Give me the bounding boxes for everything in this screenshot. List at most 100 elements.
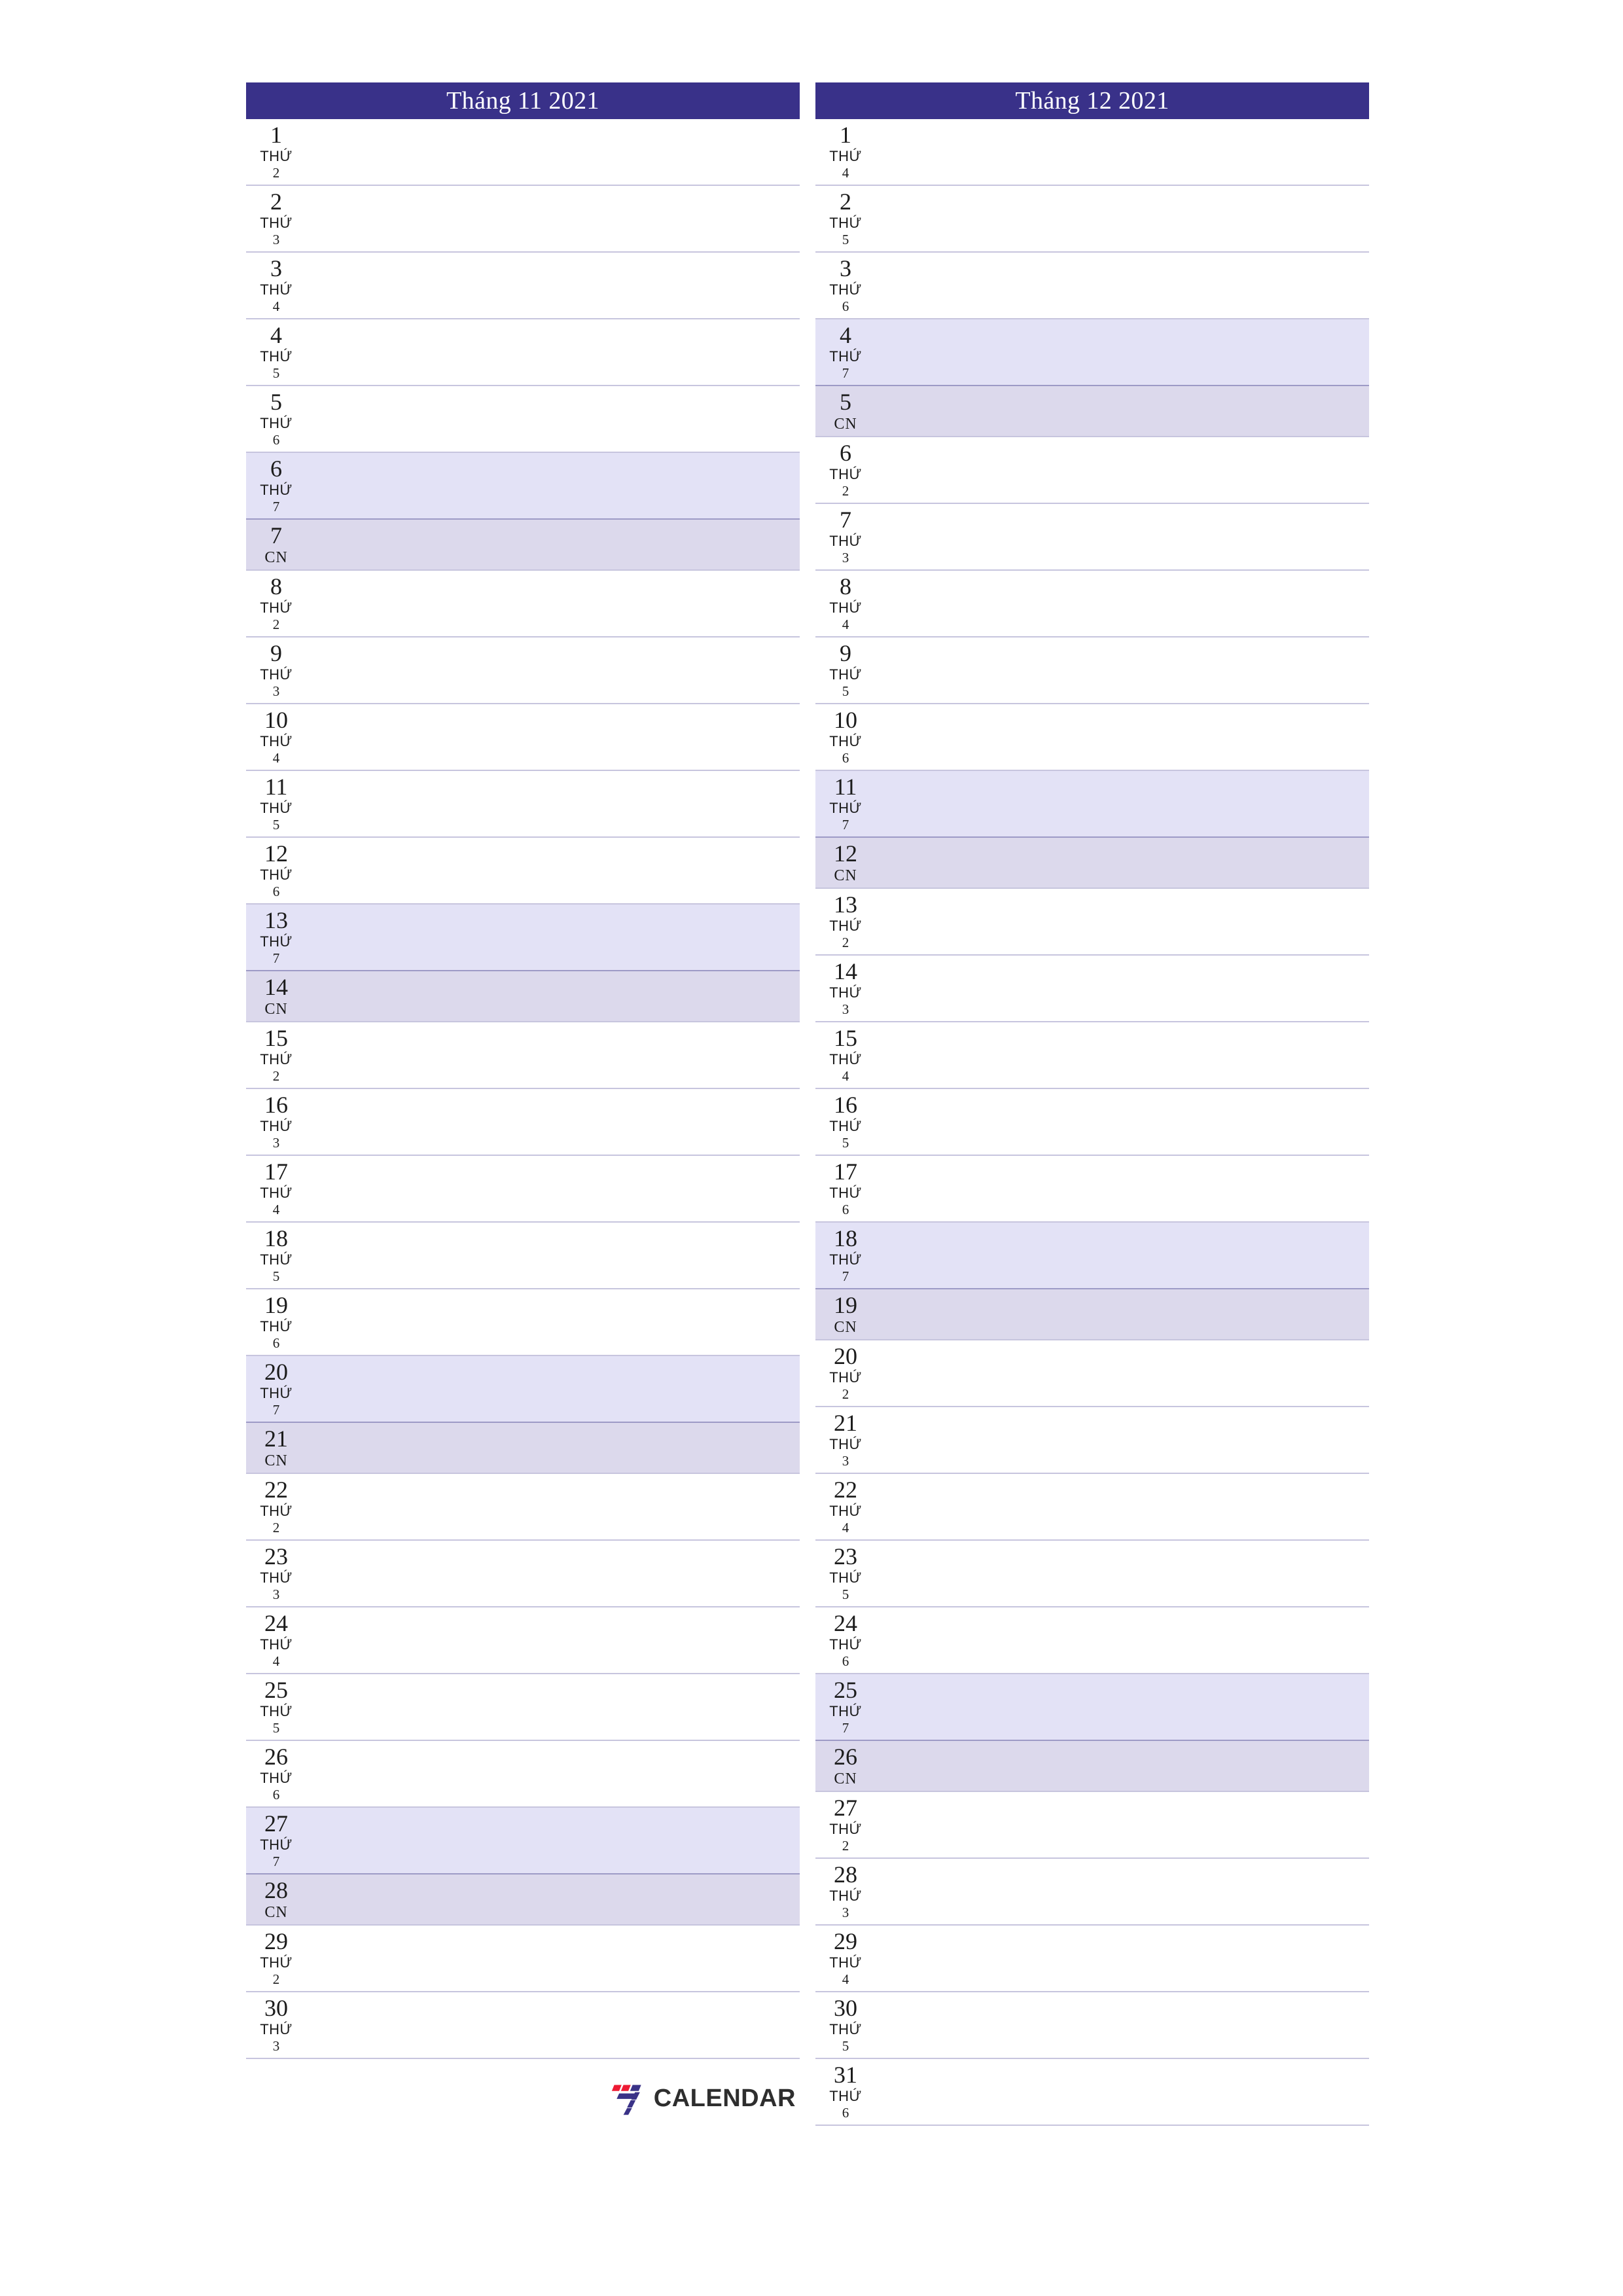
weekday-prefix-label: THỨ — [829, 1118, 862, 1134]
day-row[interactable]: 8 THỨ 2 — [246, 571, 800, 637]
day-number: 14 — [264, 974, 288, 1000]
day-row[interactable]: 18 THỨ 7 — [815, 1223, 1369, 1289]
day-row[interactable]: 26 CN — [815, 1741, 1369, 1792]
weekday-number-label: 4 — [842, 1520, 849, 1535]
day-row[interactable]: 4 THỨ 7 — [815, 319, 1369, 386]
day-row[interactable]: 6 THỨ 2 — [815, 437, 1369, 504]
weekday-number-label: 3 — [272, 1135, 280, 1151]
day-row[interactable]: 23 THỨ 3 — [246, 1541, 800, 1607]
day-row[interactable]: 19 CN — [815, 1289, 1369, 1340]
day-number: 22 — [264, 1477, 288, 1503]
day-row[interactable]: 29 THỨ 4 — [815, 1926, 1369, 1992]
day-row[interactable]: 24 THỨ 4 — [246, 1607, 800, 1674]
day-row[interactable]: 11 THỨ 7 — [815, 771, 1369, 838]
day-row[interactable]: 29 THỨ 2 — [246, 1926, 800, 1992]
day-row[interactable]: 11 THỨ 5 — [246, 771, 800, 838]
day-row[interactable]: 30 THỨ 5 — [815, 1992, 1369, 2059]
weekday-number-label: 3 — [842, 1453, 849, 1469]
weekday-prefix-label: THỨ — [829, 466, 862, 482]
day-row[interactable]: 4 THỨ 5 — [246, 319, 800, 386]
day-row[interactable]: 27 THỨ 2 — [815, 1792, 1369, 1859]
day-row[interactable]: 5 CN — [815, 386, 1369, 437]
weekday-prefix-label: THỨ — [829, 2088, 862, 2104]
day-number: 5 — [270, 389, 282, 415]
day-row[interactable]: 1 THỨ 2 — [246, 119, 800, 186]
day-row[interactable]: 9 THỨ 3 — [246, 637, 800, 704]
day-row[interactable]: 17 THỨ 6 — [815, 1156, 1369, 1223]
day-row[interactable]: 22 THỨ 2 — [246, 1474, 800, 1541]
weekday-number-label: 2 — [272, 165, 280, 181]
day-row[interactable]: 10 THỨ 4 — [246, 704, 800, 771]
day-row[interactable]: 23 THỨ 5 — [815, 1541, 1369, 1607]
weekday-prefix-label: THỨ — [260, 1385, 293, 1401]
day-row[interactable]: 15 THỨ 4 — [815, 1022, 1369, 1089]
day-row[interactable]: 28 CN — [246, 1874, 800, 1926]
day-row[interactable]: 21 THỨ 3 — [815, 1407, 1369, 1474]
day-row[interactable]: 26 THỨ 6 — [246, 1741, 800, 1808]
day-number: 16 — [834, 1092, 857, 1118]
day-row[interactable]: 22 THỨ 4 — [815, 1474, 1369, 1541]
day-row[interactable]: 12 THỨ 6 — [246, 838, 800, 905]
weekday-prefix-label: THỨ — [260, 1703, 293, 1719]
day-number: 15 — [834, 1025, 857, 1051]
day-row[interactable]: 15 THỨ 2 — [246, 1022, 800, 1089]
day-row[interactable]: 20 THỨ 2 — [815, 1340, 1369, 1407]
day-row[interactable]: 1 THỨ 4 — [815, 119, 1369, 186]
weekday-label: CN — [264, 1452, 288, 1469]
day-row[interactable]: 19 THỨ 6 — [246, 1289, 800, 1356]
weekday-number-label: 3 — [272, 2038, 280, 2054]
weekday-label: CN — [264, 549, 288, 566]
day-row[interactable]: 24 THỨ 6 — [815, 1607, 1369, 1674]
weekday-prefix-label: THỨ — [260, 1185, 293, 1201]
weekday-number-label: 4 — [842, 1971, 849, 1987]
weekday-prefix-label: THỨ — [829, 1703, 862, 1719]
day-row[interactable]: 13 THỨ 7 — [246, 905, 800, 971]
day-row[interactable]: 2 THỨ 3 — [246, 186, 800, 253]
day-number: 8 — [270, 573, 282, 600]
day-row[interactable]: 25 THỨ 5 — [246, 1674, 800, 1741]
day-row[interactable]: 12 CN — [815, 838, 1369, 889]
day-row[interactable]: 14 CN — [246, 971, 800, 1022]
day-row[interactable]: 3 THỨ 4 — [246, 253, 800, 319]
day-row[interactable]: 3 THỨ 6 — [815, 253, 1369, 319]
day-row[interactable]: 21 CN — [246, 1423, 800, 1474]
day-row[interactable]: 14 THỨ 3 — [815, 956, 1369, 1022]
day-row[interactable]: 16 THỨ 5 — [815, 1089, 1369, 1156]
weekday-number-label: 5 — [842, 683, 849, 699]
day-row[interactable]: 17 THỨ 4 — [246, 1156, 800, 1223]
day-row[interactable]: 7 CN — [246, 520, 800, 571]
weekday-number-label: 5 — [842, 1587, 849, 1602]
weekday-prefix-label: THỨ — [829, 800, 862, 816]
weekday-prefix-label: THỨ — [829, 1570, 862, 1586]
month-column-2: Tháng 12 2021 1 THỨ 4 2 THỨ 5 3 THỨ 6 4 THỨ 7 5 CN 6 THỨ… — [815, 82, 1369, 2126]
weekday-number-label: 7 — [842, 1720, 849, 1736]
day-number: 27 — [834, 1795, 857, 1821]
day-row[interactable]: 16 THỨ 3 — [246, 1089, 800, 1156]
weekday-prefix-label: THỨ — [829, 1954, 862, 1971]
day-row[interactable]: 7 THỨ 3 — [815, 504, 1369, 571]
day-row[interactable]: 6 THỨ 7 — [246, 453, 800, 520]
day-number: 7 — [270, 522, 282, 548]
seven-calendar-logo[interactable]: CALENDAR — [611, 2080, 796, 2117]
day-row[interactable]: 31 THỨ 6 — [815, 2059, 1369, 2126]
day-row[interactable]: 25 THỨ 7 — [815, 1674, 1369, 1741]
month-title: Tháng 12 2021 — [815, 82, 1369, 119]
weekday-number-label: 5 — [272, 365, 280, 381]
weekday-number-label: 3 — [272, 683, 280, 699]
day-row[interactable]: 18 THỨ 5 — [246, 1223, 800, 1289]
day-row[interactable]: 8 THỨ 4 — [815, 571, 1369, 637]
day-row[interactable]: 9 THỨ 5 — [815, 637, 1369, 704]
day-row[interactable]: 30 THỨ 3 — [246, 1992, 800, 2059]
day-row[interactable]: 27 THỨ 7 — [246, 1808, 800, 1874]
day-row[interactable]: 28 THỨ 3 — [815, 1859, 1369, 1926]
day-number: 6 — [840, 440, 851, 466]
day-number: 16 — [264, 1092, 288, 1118]
day-row[interactable]: 10 THỨ 6 — [815, 704, 1369, 771]
day-number: 30 — [264, 1995, 288, 2021]
day-row[interactable]: 5 THỨ 6 — [246, 386, 800, 453]
weekday-number-label: 5 — [272, 1268, 280, 1284]
weekday-number-label: 6 — [842, 750, 849, 766]
day-row[interactable]: 2 THỨ 5 — [815, 186, 1369, 253]
day-row[interactable]: 13 THỨ 2 — [815, 889, 1369, 956]
day-row[interactable]: 20 THỨ 7 — [246, 1356, 800, 1423]
